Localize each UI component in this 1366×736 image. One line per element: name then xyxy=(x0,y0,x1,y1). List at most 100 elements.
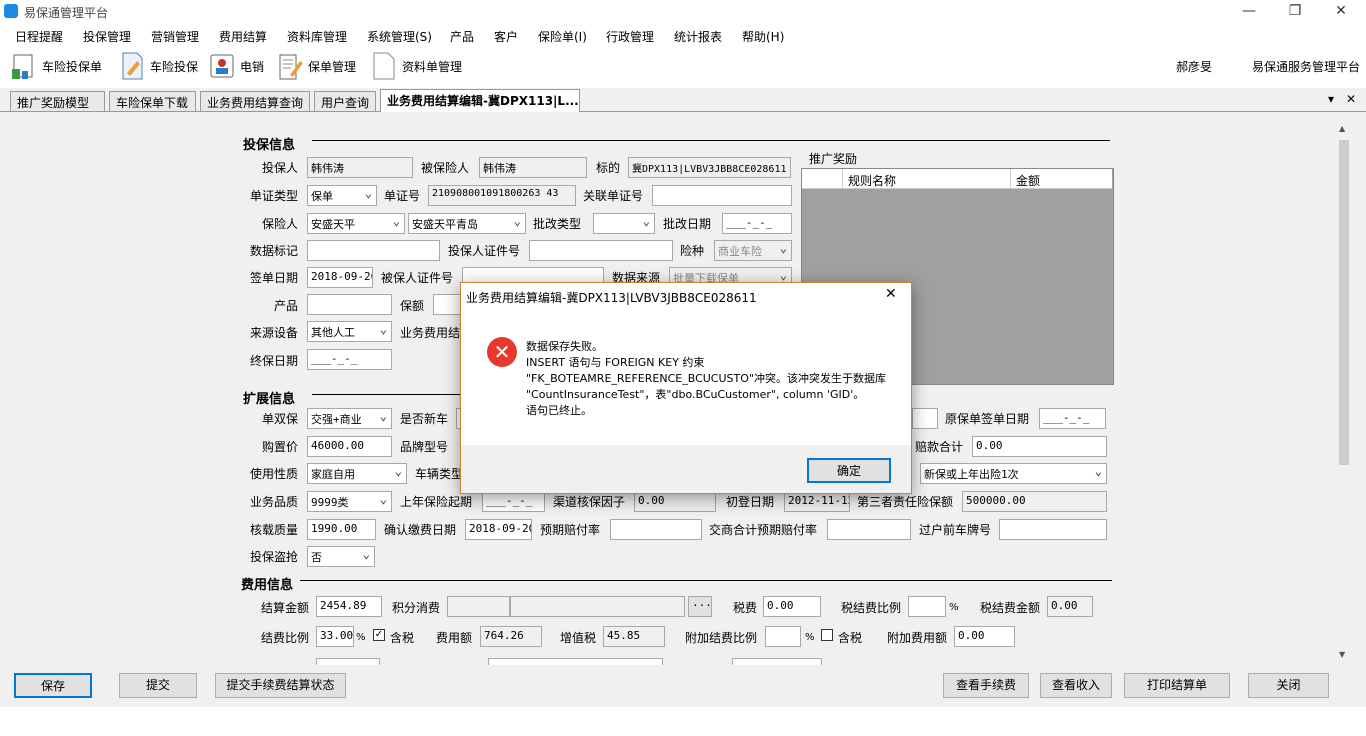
error-message-line: 数据保存失败。 xyxy=(526,340,603,353)
cert-no-field[interactable]: 210908001091800263 43 xyxy=(428,185,576,206)
price-field[interactable]: 46000.00 xyxy=(307,436,392,457)
endorse-date-field[interactable]: ___-_-_ xyxy=(722,213,792,234)
exp-ratio-field[interactable] xyxy=(610,519,702,540)
single-double-select[interactable]: 交强+商业 xyxy=(307,408,392,429)
insurer-branch-select[interactable]: 安盛天平青岛 xyxy=(408,213,526,234)
points-field-b[interactable] xyxy=(510,596,685,617)
add-tax-checkbox[interactable] xyxy=(821,629,833,641)
scroll-thumb[interactable] xyxy=(1339,140,1349,465)
submit-fee-state-button[interactable]: 提交手续费结算状态 xyxy=(215,673,346,698)
usage-select[interactable]: 家庭自用 xyxy=(307,463,407,484)
policy-manage-button[interactable]: 保单管理 xyxy=(276,46,356,86)
endorse-date-label: 批改日期 xyxy=(663,217,712,231)
menu-admin[interactable]: 行政管理 xyxy=(606,28,654,45)
fee-amt-field[interactable]: 764.26 xyxy=(480,626,542,647)
menu-marketing[interactable]: 营销管理 xyxy=(151,28,199,45)
points-field-a[interactable] xyxy=(447,596,510,617)
theft-select[interactable]: 否 xyxy=(307,546,375,567)
close-button[interactable]: 关闭 xyxy=(1248,673,1329,698)
menu-schedule[interactable]: 日程提醒 xyxy=(15,28,63,45)
hidden-row-field[interactable] xyxy=(316,658,380,665)
channel-factor-field[interactable]: 0.00 xyxy=(634,491,716,512)
premium-field[interactable] xyxy=(433,294,463,315)
tab-close-icon[interactable]: ✕ xyxy=(1346,92,1356,106)
settle-amt-field[interactable]: 2454.89 xyxy=(316,596,382,617)
print-button[interactable]: 打印结算单 xyxy=(1124,673,1230,698)
menu-customer[interactable]: 客户 xyxy=(494,28,518,45)
submit-button[interactable]: 提交 xyxy=(119,673,197,698)
menu-insure[interactable]: 投保管理 xyxy=(83,28,131,45)
vehicle-policy-button[interactable]: 车险投保单 xyxy=(10,46,102,86)
endorse-type-select[interactable] xyxy=(593,213,655,234)
tab-fee-edit[interactable]: 业务费用结算编辑-冀DPX113|L... xyxy=(380,89,580,112)
prev-plate-field[interactable] xyxy=(999,519,1107,540)
tax-amt-field[interactable]: 0.00 xyxy=(1047,596,1093,617)
vehicle-insure-button[interactable]: 车险投保 xyxy=(118,46,198,86)
scroll-up-icon[interactable]: ▲ xyxy=(1339,124,1345,133)
save-button[interactable]: 保存 xyxy=(14,673,92,698)
tax-ratio-label: 税结费比例 xyxy=(841,601,902,615)
tab-policy-download[interactable]: 车险保单下载 xyxy=(109,91,196,111)
applicant-field[interactable]: 韩伟涛 xyxy=(307,157,413,178)
orig-sign-field[interactable]: ___-_-_ xyxy=(1039,408,1106,429)
insurer-select[interactable]: 安盛天平 xyxy=(307,213,405,234)
telesales-button[interactable]: 电销 xyxy=(208,46,264,86)
hidden-row-field[interactable] xyxy=(732,658,822,665)
view-fee-button[interactable]: 查看手续费 xyxy=(943,673,1029,698)
dialog-close-icon[interactable]: ✕ xyxy=(885,286,897,302)
current-user[interactable]: 郝彦旻 xyxy=(1176,46,1212,86)
premium-label: 保额 xyxy=(400,299,425,313)
third-party-field[interactable]: 500000.00 xyxy=(962,491,1107,512)
view-income-button[interactable]: 查看收入 xyxy=(1040,673,1112,698)
vat-field[interactable]: 45.85 xyxy=(603,626,665,647)
platform-link[interactable]: 易保通服务管理平台 xyxy=(1252,46,1360,86)
ext-blank-field[interactable] xyxy=(912,408,938,429)
vertical-scrollbar[interactable]: ▲ ▼ xyxy=(1336,124,1352,662)
applicant-id-field[interactable] xyxy=(529,240,673,261)
menu-product[interactable]: 产品 xyxy=(450,28,474,45)
menu-policy[interactable]: 保险单(I) xyxy=(538,28,587,45)
tab-menu-icon[interactable]: ▾ xyxy=(1328,92,1334,106)
menu-fee[interactable]: 费用结算 xyxy=(219,28,267,45)
menu-report[interactable]: 统计报表 xyxy=(674,28,722,45)
menu-help[interactable]: 帮助(H) xyxy=(742,28,784,45)
cmp-ratio-field[interactable] xyxy=(827,519,911,540)
close-window-button[interactable]: ✕ xyxy=(1318,0,1364,24)
target-field[interactable]: 冀DPX113|LVBV3JBB8CE028611 xyxy=(628,157,791,178)
add-amt-field[interactable]: 0.00 xyxy=(954,626,1015,647)
device-select[interactable]: 其他人工 xyxy=(307,321,392,342)
end-date-field[interactable]: ___-_-_ xyxy=(307,349,392,370)
reg-date-field[interactable]: 2012-11-12 xyxy=(784,491,850,512)
cert-type-select[interactable]: 保单 xyxy=(307,185,377,206)
scroll-down-icon[interactable]: ▼ xyxy=(1339,650,1345,659)
restore-button[interactable]: ❐ xyxy=(1272,0,1318,24)
hidden-row-field[interactable] xyxy=(488,658,663,665)
claim-history-select[interactable]: 新保或上年出险1次 xyxy=(920,463,1107,484)
tab-promo-model[interactable]: 推广奖励模型 xyxy=(10,91,105,111)
product-field[interactable] xyxy=(307,294,392,315)
sign-date-field[interactable]: 2018-09-20 xyxy=(307,267,373,288)
points-browse-button[interactable]: ··· xyxy=(688,596,712,617)
tab-fee-query[interactable]: 业务费用结算查询 xyxy=(200,91,310,111)
tax-incl-checkbox[interactable]: ✓ xyxy=(373,629,385,641)
quality-select[interactable]: 9999类 xyxy=(307,491,392,512)
data-sheet-button[interactable]: 资料单管理 xyxy=(370,46,462,86)
risk-select[interactable]: 商业车险 xyxy=(714,240,792,261)
tab-user-query[interactable]: 用户查询 xyxy=(314,91,376,111)
menu-system[interactable]: 系统管理(S) xyxy=(367,28,432,45)
last-start-field[interactable]: ___-_-_ xyxy=(482,491,545,512)
document-pen-icon xyxy=(122,52,143,80)
add-ratio-field[interactable] xyxy=(765,626,801,647)
load-field[interactable]: 1990.00 xyxy=(307,519,376,540)
tax-ratio-field[interactable] xyxy=(908,596,946,617)
data-mark-field[interactable] xyxy=(307,240,440,261)
tax-field[interactable]: 0.00 xyxy=(763,596,821,617)
ratio-field[interactable]: 33.00 xyxy=(316,626,354,647)
insured-field[interactable]: 韩伟涛 xyxy=(479,157,587,178)
minimize-button[interactable]: — xyxy=(1226,0,1272,24)
claims-field[interactable]: 0.00 xyxy=(972,436,1107,457)
rel-cert-field[interactable] xyxy=(652,185,792,206)
menu-library[interactable]: 资料库管理 xyxy=(287,28,347,45)
ok-button[interactable]: 确定 xyxy=(807,458,891,483)
pay-date-field[interactable]: 2018-09-20 xyxy=(465,519,532,540)
